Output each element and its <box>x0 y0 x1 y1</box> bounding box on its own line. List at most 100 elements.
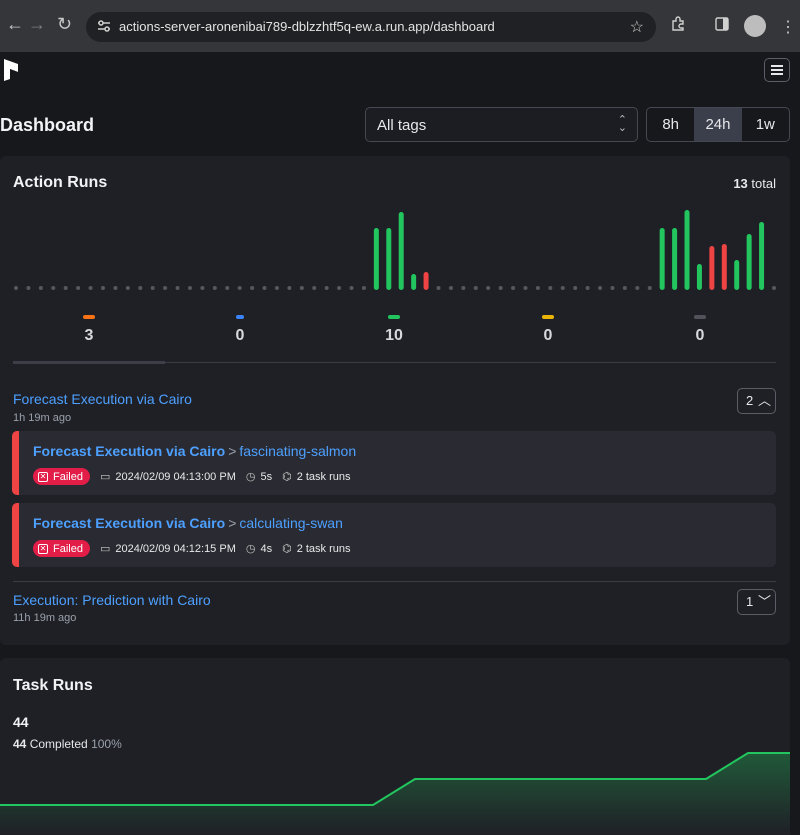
url-text[interactable]: actions-server-aronenibai789-dblzzhtf5q-… <box>119 19 495 34</box>
empty-slot-dot <box>635 286 640 290</box>
reload-icon[interactable]: ↻ <box>57 14 72 35</box>
state-count: 0 <box>235 327 245 344</box>
empty-slot-dot <box>175 286 180 290</box>
state-count: 10 <box>385 327 403 344</box>
empty-slot-dot <box>76 286 81 290</box>
run-bar[interactable] <box>411 274 417 290</box>
profile-avatar[interactable] <box>744 15 766 37</box>
run-bar[interactable] <box>759 222 765 290</box>
failed-state-stripe <box>12 503 19 567</box>
run-date: 2024/02/09 04:13:00 PM <box>115 470 236 483</box>
state-color-pill <box>236 315 244 319</box>
task-runs-icon: ⌬ <box>282 471 292 483</box>
address-bar[interactable]: actions-server-aronenibai789-dblzzhtf5q-… <box>86 12 656 42</box>
empty-slot-dot <box>461 286 466 290</box>
flow-run-meta: ✕ Failed ▭ 2024/02/09 04:12:15 PM ◷ 4s ⌬ 2 t… <box>33 540 351 557</box>
flow-group-time: 11h 19m ago <box>13 612 77 624</box>
state-badge[interactable]: ✕ Failed <box>33 468 90 485</box>
browser-menu-icon[interactable]: ⋮ <box>780 17 796 37</box>
side-panel-icon[interactable] <box>714 16 730 32</box>
state-completed-stat[interactable]: 10 <box>354 315 434 345</box>
time-range-toggle[interactable]: 8h 24h 1w <box>646 107 790 142</box>
flow-run-heading: Forecast Execution via Cairo > calculating… <box>33 515 343 531</box>
flow-group-toggle-button[interactable]: 1 ﹀ <box>737 589 776 615</box>
browser-toolbar: ← → ↻ actions-server-aronenibai789-dblzz… <box>0 0 800 52</box>
empty-slot-dot <box>113 286 118 290</box>
empty-slot-dot <box>548 286 553 290</box>
bookmark-star-icon[interactable]: ☆ <box>630 17 644 37</box>
prefect-logo-icon[interactable] <box>4 59 20 81</box>
empty-slot-dot <box>436 286 441 290</box>
run-duration: 5s <box>260 470 273 483</box>
run-bar[interactable] <box>696 264 702 290</box>
chevron-up-icon: ︿ <box>758 393 772 408</box>
state-count: 0 <box>543 327 553 344</box>
total-count: 13 <box>733 176 748 191</box>
run-bar[interactable] <box>734 260 740 290</box>
run-bar[interactable] <box>672 228 678 290</box>
empty-slot-dot <box>250 286 255 290</box>
flow-run-name-link[interactable]: calculating-swan <box>239 515 343 531</box>
run-date: 2024/02/09 04:12:15 PM <box>115 542 236 555</box>
flow-group-toggle-button[interactable]: 2 ︿ <box>737 388 776 414</box>
hamburger-menu-button[interactable] <box>764 58 790 82</box>
flow-name-link[interactable]: Forecast Execution via Cairo <box>33 443 225 459</box>
empty-slot-dot <box>324 286 329 290</box>
state-count: 3 <box>84 327 94 344</box>
empty-slot-dot <box>772 286 776 290</box>
page-title: Dashboard <box>0 115 95 135</box>
run-bar[interactable] <box>709 246 715 290</box>
clock-icon: ◷ <box>245 471 256 483</box>
flow-group-title[interactable]: Execution: Prediction with Cairo <box>13 592 211 608</box>
range-24h-button[interactable]: 24h <box>694 108 742 141</box>
run-bar[interactable] <box>721 244 727 290</box>
empty-slot-dot <box>349 286 354 290</box>
state-count: 0 <box>695 327 705 344</box>
task-runs-title: Task Runs <box>13 677 93 694</box>
action-runs-histogram <box>14 210 776 290</box>
site-settings-icon[interactable] <box>96 18 112 34</box>
run-bar[interactable] <box>659 228 665 290</box>
clock-icon: ◷ <box>245 543 256 555</box>
range-8h-button[interactable]: 8h <box>647 108 694 141</box>
extensions-icon[interactable] <box>670 16 686 32</box>
flow-run-name-link[interactable]: fascinating-salmon <box>239 443 356 459</box>
back-icon[interactable]: ← <box>6 14 24 35</box>
state-badge[interactable]: ✕ Failed <box>33 540 90 557</box>
forward-icon[interactable]: → <box>28 14 46 35</box>
flow-group-time: 1h 19m ago <box>13 412 72 424</box>
run-bar[interactable] <box>684 210 690 290</box>
state-color-pill <box>388 315 400 319</box>
flow-run-card[interactable]: Forecast Execution via Cairo > fascinating… <box>12 431 776 495</box>
empty-slot-dot <box>274 286 279 290</box>
flow-name-link[interactable]: Forecast Execution via Cairo <box>33 515 225 531</box>
total-label: total <box>751 176 776 191</box>
flow-group-count: 2 <box>746 393 754 408</box>
group-divider <box>13 581 776 582</box>
empty-slot-dot <box>511 286 516 290</box>
state-failed-stat[interactable]: 3 <box>49 315 129 345</box>
run-bar[interactable] <box>398 212 404 290</box>
empty-slot-dot <box>287 286 292 290</box>
flow-run-card[interactable]: Forecast Execution via Cairo > calculating… <box>12 503 776 567</box>
tags-filter-select[interactable]: All tags ⌃ ⌄ <box>365 107 638 142</box>
run-bar[interactable] <box>423 272 429 290</box>
empty-slot-dot <box>14 286 18 290</box>
task-runs-area-chart <box>0 752 790 835</box>
empty-slot-dot <box>138 286 143 290</box>
empty-slot-dot <box>237 286 242 290</box>
run-bar[interactable] <box>386 228 392 290</box>
empty-slot-dot <box>26 286 31 290</box>
range-1w-button[interactable]: 1w <box>742 108 789 141</box>
empty-slot-dot <box>150 286 155 290</box>
empty-slot-dot <box>498 286 503 290</box>
chevron-down-icon: ﹀ <box>758 594 772 609</box>
empty-slot-dot <box>163 286 168 290</box>
state-running-stat[interactable]: 0 <box>200 315 280 345</box>
state-late-stat[interactable]: 0 <box>508 315 588 345</box>
flow-group-title[interactable]: Forecast Execution via Cairo <box>13 391 192 407</box>
run-bar[interactable] <box>746 234 752 290</box>
run-bar[interactable] <box>373 228 379 290</box>
empty-slot-dot <box>51 286 56 290</box>
state-cancelled-stat[interactable]: 0 <box>660 315 740 345</box>
